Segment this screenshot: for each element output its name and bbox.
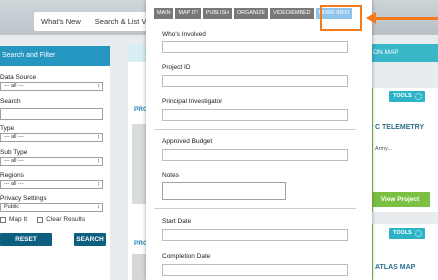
section-divider xyxy=(154,129,356,130)
whos-involved-label: Who's Involved xyxy=(162,31,206,38)
privacy-select[interactable]: Public xyxy=(0,203,103,212)
nav-whats-new[interactable]: What's New xyxy=(41,17,81,26)
tab-main[interactable]: MAIN xyxy=(154,8,174,19)
annotation-arrow-line xyxy=(372,17,438,20)
right-panel-header: ON MAP xyxy=(370,44,438,62)
data-source-select[interactable]: --- all --- xyxy=(0,82,103,91)
start-date-input[interactable] xyxy=(162,229,348,241)
section-divider xyxy=(154,208,356,209)
search-input[interactable] xyxy=(0,108,103,120)
type-select[interactable]: --- all --- xyxy=(0,133,103,142)
project-id-label: Project ID xyxy=(162,64,191,71)
edit-project-modal: MAIN MAP IT! PUBLISH ORGANIZE VIDEO/EMBE… xyxy=(146,0,372,280)
reset-listings-button[interactable]: RESET LISTINGS xyxy=(0,233,52,256)
card1-title[interactable]: C TELEMETRY xyxy=(375,124,424,131)
start-date-label: Start Date xyxy=(162,218,192,225)
approved-budget-input[interactable] xyxy=(162,149,348,161)
clear-results-checkbox[interactable]: Clear Results xyxy=(37,216,85,223)
sidebar-title: Search and Filter xyxy=(0,46,110,66)
tab-publish[interactable]: PUBLISH xyxy=(202,8,232,19)
whos-involved-input[interactable] xyxy=(162,41,348,53)
notes-textarea[interactable] xyxy=(162,182,286,200)
nav-search-list[interactable]: Search & List Vie xyxy=(95,17,152,26)
search-label: Search xyxy=(0,98,21,105)
regions-label: Regions xyxy=(0,172,24,179)
regions-select[interactable]: --- all --- xyxy=(0,180,103,189)
tab-map-it[interactable]: MAP IT! xyxy=(175,8,201,19)
gear-icon xyxy=(415,230,422,237)
principal-investigator-input[interactable] xyxy=(162,109,348,121)
principal-investigator-label: Principal Investigator xyxy=(162,98,223,105)
tools-label-2: TOOLS xyxy=(393,230,412,236)
completion-date-input[interactable] xyxy=(162,264,348,276)
notes-label: Notes xyxy=(162,172,179,179)
card2-title[interactable]: ATLAS MAP xyxy=(375,264,415,271)
search-button[interactable]: SEARCH xyxy=(74,233,106,246)
tab-video-embed[interactable]: VIDEO/EMBED xyxy=(270,8,314,19)
type-label: Type xyxy=(0,125,15,132)
project-id-input[interactable] xyxy=(162,75,348,87)
tools-label-1: TOOLS xyxy=(393,93,412,99)
privacy-label: Privacy Settings xyxy=(0,195,47,202)
tab-organize[interactable]: ORGANIZE xyxy=(233,8,269,19)
clear-results-label: Clear Results xyxy=(46,216,86,223)
tools-button-2[interactable]: TOOLS xyxy=(389,228,425,239)
top-nav: What's New Search & List Vie xyxy=(34,12,154,31)
card1-subtitle: Army... xyxy=(375,146,393,152)
data-source-label: Data Source xyxy=(0,74,37,81)
approved-budget-label: Approved Budget xyxy=(162,138,213,145)
listing-thumbnail-2 xyxy=(132,254,146,280)
view-project-button[interactable]: View Project xyxy=(370,192,430,207)
tools-button-1[interactable]: TOOLS xyxy=(389,91,425,102)
highlight-box xyxy=(320,5,362,31)
arrow-left-icon xyxy=(366,12,376,24)
map-it-checkbox[interactable]: Map It xyxy=(0,216,27,223)
subtype-label: Sub Type xyxy=(0,149,28,156)
listing-thumbnail-1 xyxy=(132,124,146,204)
listing-column-header xyxy=(128,44,148,62)
map-it-label: Map It xyxy=(9,216,28,223)
completion-date-label: Completion Date xyxy=(162,253,211,260)
gear-icon xyxy=(415,93,422,100)
subtype-select[interactable]: --- all --- xyxy=(0,157,103,166)
